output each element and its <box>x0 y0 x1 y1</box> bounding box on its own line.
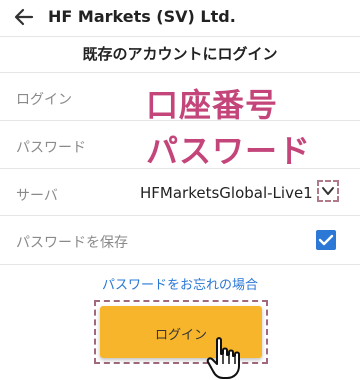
password-input[interactable] <box>130 124 350 168</box>
app-title: HF Markets (SV) Ltd. <box>48 7 236 26</box>
server-field-label: サーバ <box>16 188 58 204</box>
save-password-checkbox[interactable] <box>316 230 336 250</box>
divider <box>0 264 360 265</box>
divider <box>0 168 360 169</box>
forgot-password-link[interactable]: パスワードをお忘れの場合 <box>0 274 360 293</box>
login-field-label: ログイン <box>16 92 72 108</box>
server-dropdown[interactable] <box>317 180 339 202</box>
checkmark-icon <box>318 234 334 246</box>
app-bar: HF Markets (SV) Ltd. <box>0 0 360 36</box>
arrow-left-icon[interactable] <box>12 5 36 29</box>
chevron-down-icon <box>322 187 334 195</box>
divider <box>0 120 360 121</box>
pointer-hand-icon <box>206 337 240 379</box>
divider <box>0 72 360 73</box>
server-value[interactable]: HFMarketsGlobal-Live1 <box>140 184 313 202</box>
password-field-label: パスワード <box>16 140 86 156</box>
login-input[interactable] <box>130 76 350 120</box>
divider <box>0 215 360 216</box>
save-password-label: パスワードを保存 <box>16 235 128 251</box>
divider <box>0 36 360 37</box>
section-title: 既存のアカウントにログイン <box>82 45 278 63</box>
